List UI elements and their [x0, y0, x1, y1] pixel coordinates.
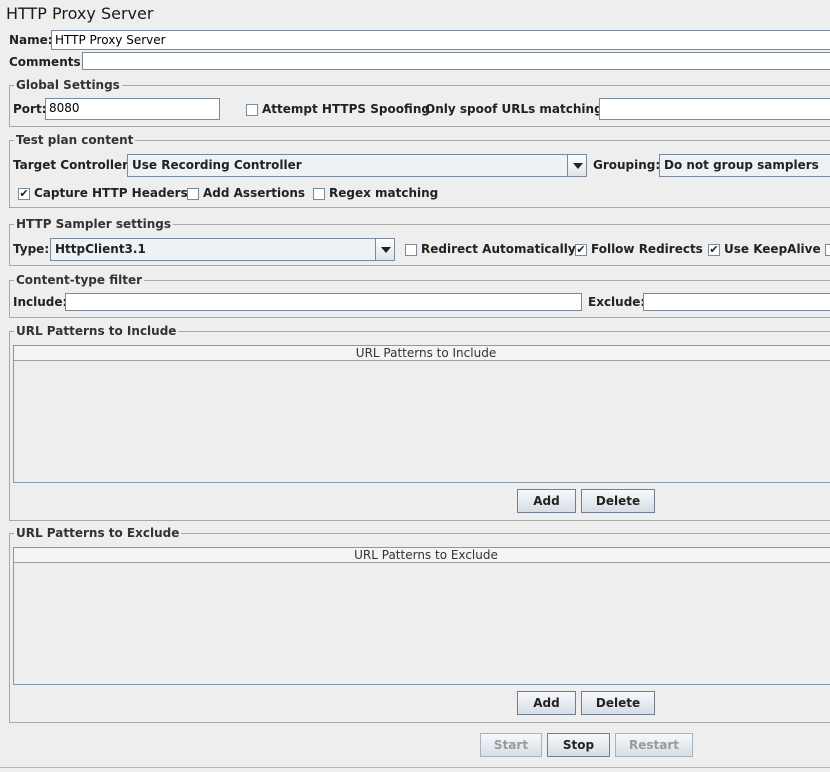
port-label: Port: [13, 102, 47, 116]
spoof-urls-input[interactable] [599, 98, 830, 120]
restart-button[interactable]: Restart [615, 733, 693, 757]
bottom-divider [0, 767, 830, 768]
include-input[interactable] [65, 293, 582, 311]
start-button[interactable]: Start [480, 733, 542, 757]
https-spoofing-label: Attempt HTTPS Spoofing [262, 102, 430, 116]
grouping-select[interactable]: Do not group samplers [659, 154, 830, 177]
capture-headers-checkbox[interactable]: ✔ [18, 188, 30, 200]
follow-redirects-checkbox[interactable]: ✔ [575, 244, 587, 256]
exclude-delete-button[interactable]: Delete [581, 691, 655, 715]
type-select[interactable]: HttpClient3.1 [50, 238, 395, 261]
regex-matching-checkbox[interactable] [313, 188, 325, 200]
test-plan-legend: Test plan content [14, 133, 136, 147]
stop-button[interactable]: Stop [547, 733, 610, 757]
target-controller-select[interactable]: Use Recording Controller [127, 154, 587, 177]
add-assertions-checkbox[interactable] [187, 188, 199, 200]
include-patterns-column-header[interactable]: URL Patterns to Include [14, 346, 830, 361]
include-label: Include: [13, 295, 68, 309]
chevron-down-icon[interactable] [567, 155, 586, 176]
port-input[interactable]: 8080 [45, 98, 220, 120]
extra-option-checkbox[interactable] [825, 244, 830, 256]
spoof-urls-label: Only spoof URLs matching: [425, 102, 608, 116]
exclude-patterns-legend: URL Patterns to Exclude [14, 526, 182, 540]
include-patterns-table[interactable]: URL Patterns to Include [13, 345, 830, 483]
name-field[interactable]: HTTP Proxy Server [51, 30, 830, 50]
redirect-automatically-checkbox[interactable] [405, 244, 417, 256]
follow-redirects-label: Follow Redirects [591, 242, 703, 256]
https-spoofing-checkbox[interactable] [246, 104, 258, 116]
page-title: HTTP Proxy Server [6, 4, 154, 23]
use-keepalive-checkbox[interactable]: ✔ [708, 244, 720, 256]
type-value: HttpClient3.1 [55, 242, 146, 256]
target-controller-value: Use Recording Controller [132, 158, 302, 172]
grouping-value: Do not group samplers [664, 158, 819, 172]
capture-headers-label: Capture HTTP Headers [34, 186, 188, 200]
chevron-down-icon[interactable] [375, 239, 394, 260]
comments-label: Comments: [9, 55, 86, 69]
regex-matching-label: Regex matching [329, 186, 439, 200]
comments-field[interactable] [82, 52, 830, 70]
exclude-patterns-table[interactable]: URL Patterns to Exclude [13, 547, 830, 685]
exclude-add-button[interactable]: Add [517, 691, 576, 715]
target-controller-label: Target Controller: [13, 158, 133, 172]
exclude-patterns-column-header[interactable]: URL Patterns to Exclude [14, 548, 830, 563]
global-settings-legend: Global Settings [14, 78, 122, 92]
type-label: Type: [13, 242, 50, 256]
add-assertions-label: Add Assertions [203, 186, 306, 200]
include-delete-button[interactable]: Delete [581, 489, 655, 513]
grouping-label: Grouping: [593, 158, 661, 172]
name-label: Name: [9, 33, 53, 47]
exclude-label: Exclude: [588, 295, 646, 309]
content-filter-legend: Content-type filter [14, 273, 144, 287]
sampler-settings-legend: HTTP Sampler settings [14, 217, 173, 231]
include-patterns-legend: URL Patterns to Include [14, 324, 179, 338]
use-keepalive-label: Use KeepAlive [724, 242, 821, 256]
redirect-automatically-label: Redirect Automatically [421, 242, 576, 256]
exclude-input[interactable] [643, 293, 830, 311]
include-add-button[interactable]: Add [517, 489, 576, 513]
